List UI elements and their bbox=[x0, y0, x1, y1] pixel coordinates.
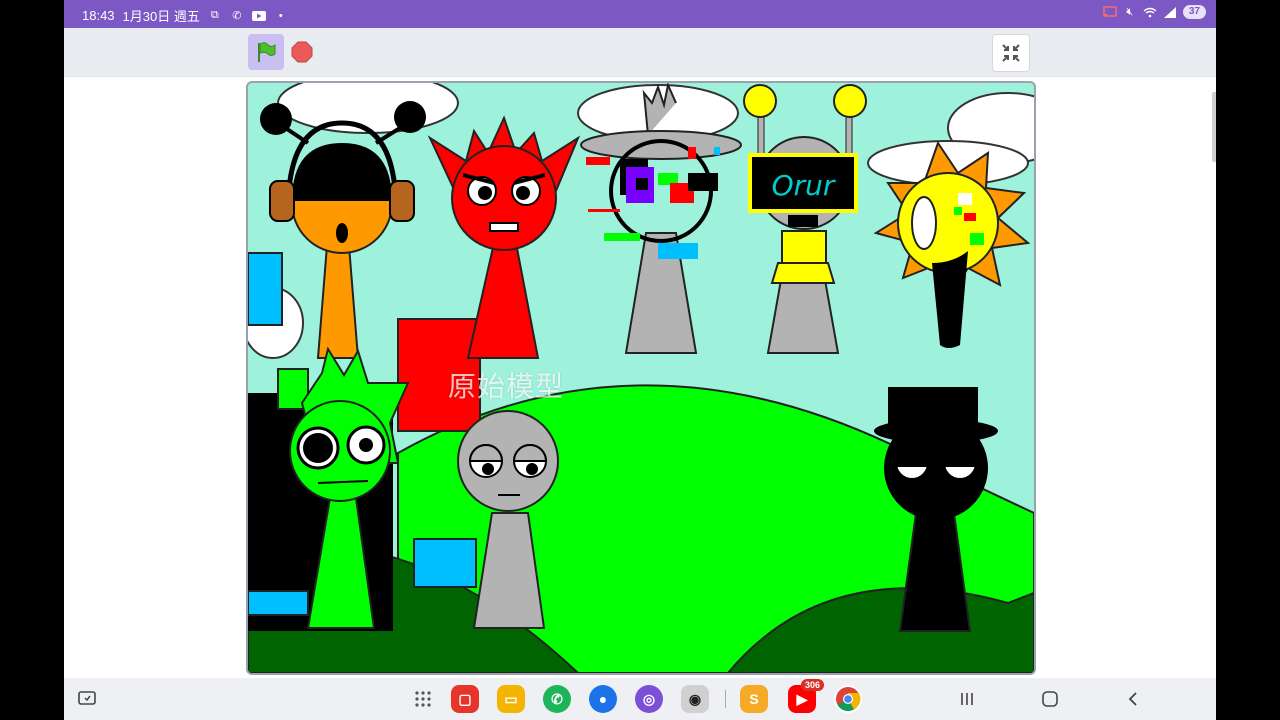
youtube-icon bbox=[251, 10, 266, 22]
browser-app-icon: ◎ bbox=[642, 690, 656, 707]
dock-divider bbox=[725, 690, 726, 708]
green-flag-button[interactable] bbox=[248, 34, 284, 70]
camera-app-icon: ◉ bbox=[688, 690, 702, 707]
files-app-button[interactable]: ▭ bbox=[497, 685, 525, 713]
stop-button[interactable] bbox=[290, 40, 314, 64]
home-icon bbox=[1042, 691, 1058, 707]
memo-app-icon: ▢ bbox=[458, 690, 472, 707]
cast-icon bbox=[1103, 6, 1117, 18]
camera-app-button[interactable]: ◉ bbox=[681, 685, 709, 713]
watermark-text: 原始模型 bbox=[448, 370, 565, 403]
phone-app-icon: ✆ bbox=[551, 690, 563, 707]
phone-app-button[interactable]: ✆ bbox=[543, 685, 571, 713]
scratch-app-icon: S bbox=[749, 691, 759, 707]
messages-app-button[interactable]: ● bbox=[589, 685, 617, 713]
signal-icon bbox=[1163, 6, 1177, 18]
chrome-app-icon bbox=[836, 687, 861, 712]
youtube-app-button[interactable]: ▶ 306 bbox=[788, 679, 824, 713]
back-icon bbox=[1128, 692, 1137, 706]
notification-badge: 306 bbox=[800, 679, 824, 691]
app-drawer-button[interactable] bbox=[412, 688, 434, 710]
scratch-app-button[interactable]: S bbox=[740, 685, 768, 713]
navigation-bar: ▢ ▭ ✆ ● ◎ ◉ S ▶ 306 bbox=[64, 678, 1216, 720]
recents-button[interactable] bbox=[956, 688, 978, 710]
status-date: 1月30日 週五 bbox=[122, 9, 200, 24]
dot-icon: • bbox=[278, 9, 283, 22]
wifi-calling-icon: ✆ bbox=[232, 10, 242, 22]
status-bar: 18:43 1月30日 週五 ⧉ ✆ • 🔇︎ 37 bbox=[64, 0, 1216, 28]
back-button[interactable] bbox=[1122, 688, 1144, 710]
recents-icon bbox=[961, 693, 973, 705]
exit-fullscreen-button[interactable] bbox=[992, 34, 1030, 72]
tv-screen-text: Orur bbox=[772, 169, 836, 202]
exit-fullscreen-icon bbox=[1002, 44, 1020, 62]
wifi-icon bbox=[1143, 6, 1157, 18]
battery-indicator: 37 bbox=[1182, 5, 1206, 19]
memo-app-button[interactable]: ▢ bbox=[451, 685, 479, 713]
edge-panel-handle[interactable] bbox=[1212, 92, 1216, 162]
browser-app-button[interactable]: ◎ bbox=[635, 685, 663, 713]
app-drawer-icon bbox=[415, 691, 431, 707]
scratch-stage[interactable]: Orur 原始模型 bbox=[246, 81, 1036, 675]
files-app-icon: ▭ bbox=[504, 690, 518, 707]
messages-app-icon: ● bbox=[598, 691, 608, 707]
project-toolbar bbox=[64, 28, 1216, 77]
tv-character[interactable]: Orur bbox=[743, 84, 867, 354]
screen-capture-icon bbox=[78, 691, 96, 705]
status-time: 18:43 bbox=[82, 8, 115, 23]
youtube-app-icon: ▶ bbox=[796, 690, 808, 707]
mute-icon: 🔇︎ bbox=[1126, 5, 1134, 18]
chrome-app-button[interactable] bbox=[834, 685, 862, 713]
home-button[interactable] bbox=[1039, 688, 1061, 710]
blue-block bbox=[248, 252, 283, 326]
green-flag-icon bbox=[258, 42, 276, 62]
stop-sign-icon bbox=[291, 41, 313, 63]
screen-record-icon: ⧉ bbox=[210, 9, 219, 21]
device-screen: 18:43 1月30日 週五 ⧉ ✆ • 🔇︎ 37 Orur 原始模型 ▢ ▭… bbox=[64, 0, 1216, 720]
screenshot-toggle-button[interactable] bbox=[76, 688, 98, 710]
